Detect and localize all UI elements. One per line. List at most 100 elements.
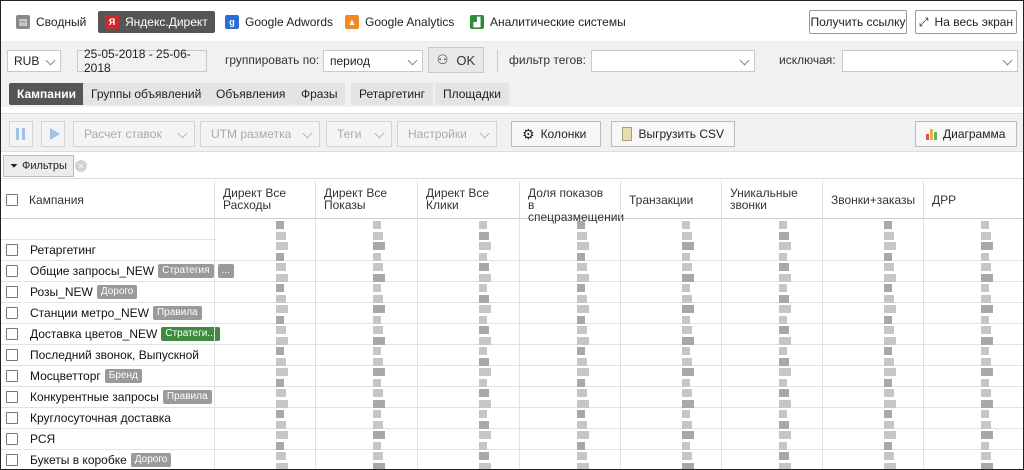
select-all-checkbox[interactable] <box>6 194 18 206</box>
table-row[interactable]: Розы_NEW Дорого <box>1 282 1023 303</box>
campaign-name[interactable]: РСЯ <box>30 432 55 446</box>
chart-button[interactable]: Диаграмма <box>915 121 1017 147</box>
row-checkbox[interactable] <box>6 307 18 319</box>
col-calls-orders[interactable]: Звонки+заказы <box>822 181 923 219</box>
tab-campaigns[interactable]: Кампании <box>9 83 84 105</box>
tab-retargeting[interactable]: Ретаргетинг <box>351 83 434 105</box>
tab-analytics-systems[interactable]: ▟ Аналитические системы <box>463 11 633 33</box>
tab-yandex-direct[interactable]: Я Яндекс.Директ <box>98 11 215 33</box>
tags-dropdown[interactable]: Теги <box>326 121 392 147</box>
campaign-name[interactable]: Станции метро_NEW Правила <box>30 306 202 320</box>
row-checkbox[interactable] <box>6 265 18 277</box>
redacted-value <box>577 462 589 469</box>
campaign-tag-badge[interactable]: Стратегия <box>158 264 214 278</box>
row-checkbox[interactable] <box>6 412 18 424</box>
redacted-value <box>779 273 791 282</box>
ok-button[interactable]: ⚇ OK <box>428 47 484 73</box>
fullscreen-button[interactable]: ⤢ На весь экран <box>915 10 1017 34</box>
campaign-tag-badge[interactable]: Дорого <box>96 285 138 299</box>
table-header: Кампания Директ Все Расходы Директ Все П… <box>1 181 1023 223</box>
redacted-value <box>884 441 892 450</box>
row-checkbox[interactable] <box>6 244 18 256</box>
tab-ad-groups[interactable]: Группы объявлений <box>83 83 210 105</box>
row-checkbox[interactable] <box>6 454 18 466</box>
table-row[interactable]: Станции метро_NEW Правила <box>1 303 1023 324</box>
col-spend[interactable]: Директ Все Расходы <box>214 181 315 219</box>
tab-google-analytics[interactable]: ▲ Google Analytics <box>338 11 461 33</box>
campaign-tag-badge-more[interactable]: ... <box>217 264 234 278</box>
row-checkbox[interactable] <box>6 391 18 403</box>
close-icon[interactable]: × <box>75 160 87 172</box>
table-row[interactable]: Круглосуточная доставка <box>1 408 1023 429</box>
row-checkbox[interactable] <box>6 286 18 298</box>
gear-icon: ⚙ <box>522 125 535 142</box>
col-drr[interactable]: ДРР <box>923 181 1023 219</box>
campaign-name[interactable]: Доставка цветов_NEW Стратеги... <box>30 327 220 341</box>
table-row[interactable]: Ретаргетинг <box>1 240 1023 261</box>
utm-dropdown[interactable]: UTM разметка <box>200 121 320 147</box>
campaign-tag-badge[interactable]: Стратеги... <box>161 327 220 341</box>
exclude-select[interactable] <box>842 50 1018 72</box>
get-link-button[interactable]: Получить ссылку <box>809 10 907 34</box>
campaign-name[interactable]: Букеты в коробке Дорого <box>30 453 172 467</box>
table-row[interactable]: РСЯ <box>1 429 1023 450</box>
redacted-value <box>479 378 487 387</box>
redacted-value <box>276 368 288 376</box>
tab-phrases[interactable]: Фразы <box>293 83 346 105</box>
row-checkbox[interactable] <box>6 349 18 361</box>
redacted-value <box>884 242 896 250</box>
yandex-icon: Я <box>105 15 119 29</box>
campaign-name[interactable]: Розы_NEW Дорого <box>30 285 138 299</box>
redacted-value <box>577 242 589 250</box>
table-row[interactable]: Букеты в коробке Дорого <box>1 450 1023 469</box>
campaign-name[interactable]: Круглосуточная доставка <box>30 411 171 425</box>
play-button[interactable] <box>41 121 65 147</box>
table-row[interactable]: Общие запросы_NEW Стратегия... <box>1 261 1023 282</box>
redacted-value <box>373 336 385 345</box>
campaign-tag-badge[interactable]: Правила <box>152 306 202 320</box>
campaign-name[interactable]: Мосцветторг Бренд <box>30 369 142 383</box>
campaign-name[interactable]: Последний звонок, Выпускной <box>30 348 199 362</box>
campaign-tag-badge[interactable]: Дорого <box>130 453 172 467</box>
table-row[interactable]: Мосцветторг Бренд <box>1 366 1023 387</box>
tab-google-adwords[interactable]: g Google Adwords <box>218 11 340 33</box>
tab-summary[interactable]: ▤ Сводный <box>9 11 93 33</box>
redacted-value <box>373 284 381 292</box>
redacted-value <box>682 273 694 282</box>
tab-placements[interactable]: Площадки <box>435 83 509 105</box>
table-row[interactable]: Доставка цветов_NEW Стратеги... <box>1 324 1023 345</box>
col-transactions[interactable]: Транзакции <box>620 181 721 219</box>
currency-select[interactable]: RUB <box>7 50 61 72</box>
columns-button[interactable]: ⚙ Колонки <box>511 121 601 147</box>
tab-ads[interactable]: Объявления <box>208 83 294 105</box>
table-row[interactable]: Конкурентные запросы Правила <box>1 387 1023 408</box>
campaign-name[interactable]: Конкурентные запросы Правила <box>30 390 212 404</box>
settings-dropdown[interactable]: Настройки <box>397 121 497 147</box>
bid-calc-dropdown[interactable]: Расчет ставок <box>73 121 195 147</box>
export-csv-button[interactable]: Выгрузить CSV <box>611 121 735 147</box>
redacted-value <box>373 315 381 324</box>
col-clicks[interactable]: Директ Все Клики <box>417 181 519 219</box>
campaign-tag-badge[interactable]: Бренд <box>104 369 142 383</box>
row-checkbox[interactable] <box>6 370 18 382</box>
redacted-value <box>276 305 288 313</box>
col-campaign[interactable]: Кампания <box>21 181 214 219</box>
date-range-picker[interactable]: 25-05-2018 - 25-06-2018 <box>77 47 207 75</box>
col-impressions[interactable]: Директ Все Показы <box>315 181 417 219</box>
redacted-value <box>884 305 896 313</box>
tag-filter-select[interactable] <box>591 50 755 72</box>
column-divider <box>923 219 924 469</box>
row-checkbox[interactable] <box>6 433 18 445</box>
group-by-select[interactable]: период <box>323 50 423 72</box>
campaign-name[interactable]: Ретаргетинг <box>30 243 96 257</box>
col-unique-calls[interactable]: Уникальные звонки <box>721 181 822 219</box>
row-checkbox[interactable] <box>6 328 18 340</box>
campaign-tag-badge[interactable]: Правила <box>162 390 212 404</box>
table-row[interactable]: Последний звонок, Выпускной <box>1 345 1023 366</box>
col-premium-share[interactable]: Доля показов в спецразмещении <box>519 181 624 223</box>
filters-chip[interactable]: ⏷ Фильтры <box>3 155 74 177</box>
campaign-name[interactable]: Общие запросы_NEW Стратегия... <box>30 264 234 278</box>
redacted-value <box>479 284 487 292</box>
redacted-value <box>682 231 692 240</box>
pause-button[interactable] <box>9 121 33 147</box>
